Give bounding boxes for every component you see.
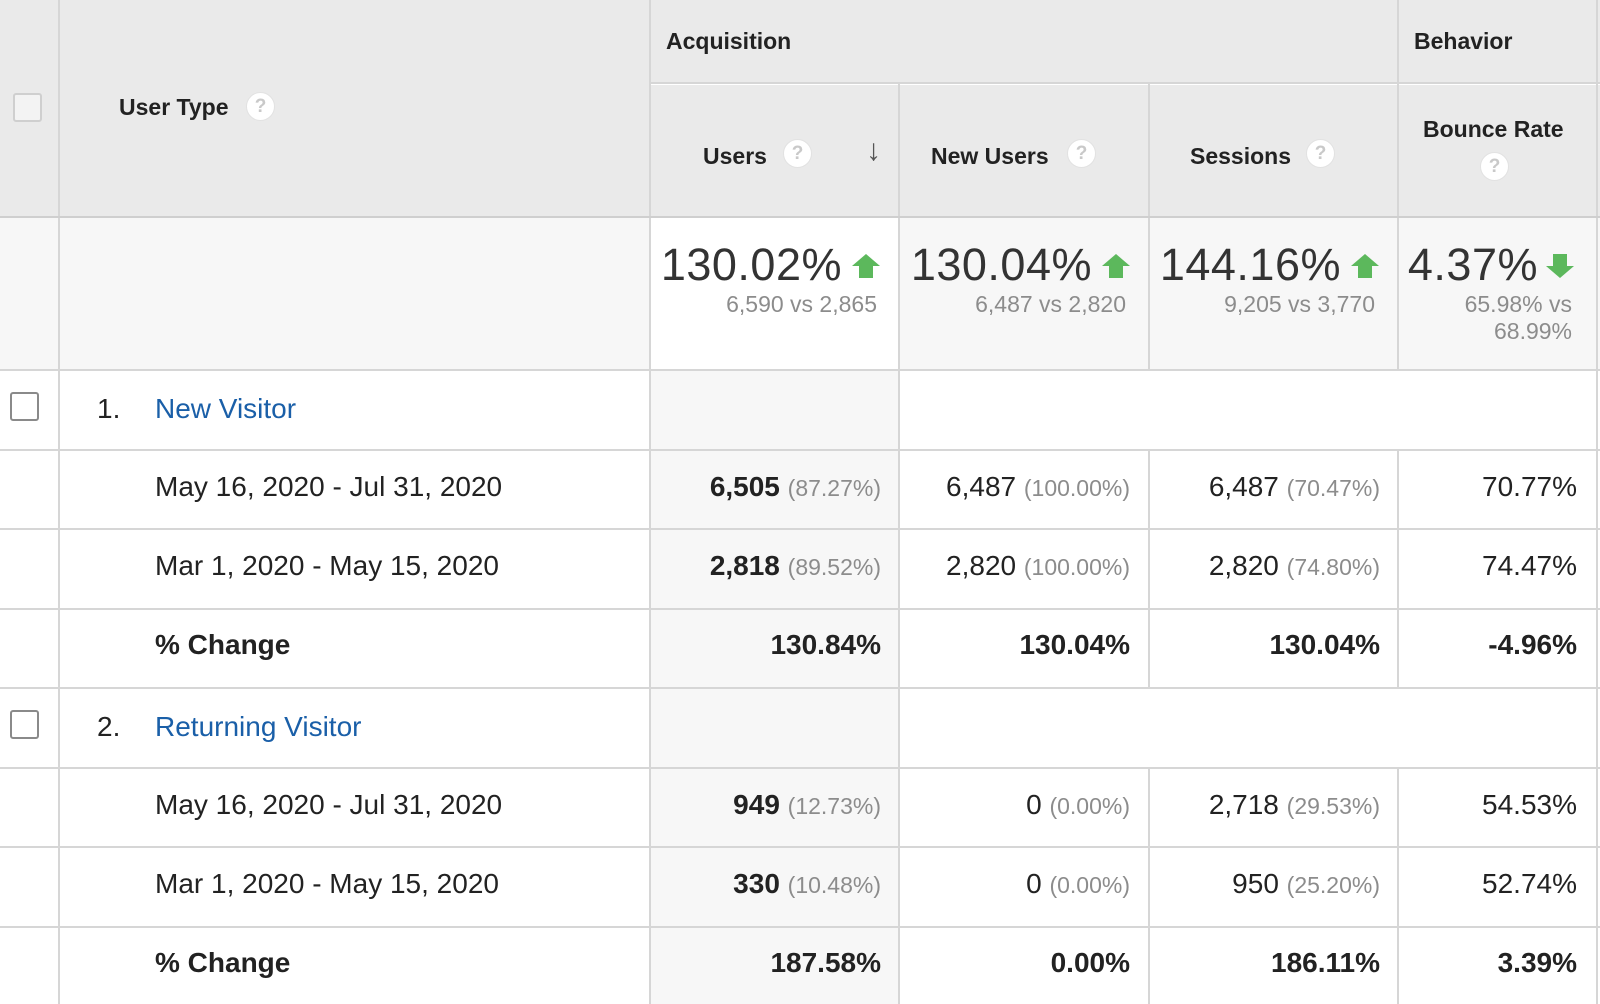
- new-users-value: 0 (0.00%): [1026, 789, 1130, 820]
- divider: [0, 926, 1600, 928]
- header-users-cell[interactable]: [651, 85, 900, 218]
- sessions-value: 2,718 (29.53%): [1208, 789, 1380, 820]
- arrow-up-icon-stem: [1358, 266, 1372, 278]
- arrow-down-icon-stem: [1553, 254, 1567, 266]
- bounce-rate-change-value: -4.96%: [1488, 629, 1577, 660]
- users-value: 949 (12.73%): [733, 789, 881, 820]
- help-icon[interactable]: ?: [1306, 139, 1335, 168]
- dimension-link-returning-visitor[interactable]: Returning Visitor: [155, 711, 361, 743]
- arrow-up-icon: [852, 254, 880, 266]
- arrow-up-icon: [1351, 254, 1379, 266]
- divider: [1148, 450, 1150, 688]
- dimension-header-label[interactable]: User Type: [119, 94, 229, 121]
- bounce-rate-value: 52.74%: [1482, 868, 1577, 899]
- total-bounce-rate-change: 4.37%: [1407, 239, 1538, 290]
- date-range-label: May 16, 2020 - Jul 31, 2020: [155, 471, 503, 502]
- divider: [1148, 83, 1150, 370]
- divider: [0, 528, 1600, 530]
- total-users-detail: 6,590 vs 2,865: [726, 291, 877, 317]
- help-icon[interactable]: ?: [246, 92, 275, 121]
- arrow-up-icon-stem: [859, 266, 873, 278]
- group2-users-bg: [651, 688, 900, 768]
- sessions-value: 6,487 (70.47%): [1208, 471, 1380, 502]
- users-column-label[interactable]: Users: [703, 143, 767, 170]
- divider: [0, 449, 1600, 451]
- total-bounce-rate-detail-1: 65.98% vs: [1464, 291, 1572, 317]
- divider: [58, 0, 60, 1004]
- date-range-label: Mar 1, 2020 - May 15, 2020: [155, 550, 499, 581]
- new-users-value: 0 (0.00%): [1026, 868, 1130, 899]
- total-sessions-change: 144.16%: [1159, 239, 1341, 290]
- divider: [898, 768, 900, 1004]
- new-users-change-value: 0.00%: [1050, 947, 1130, 978]
- users-change-value: 130.84%: [770, 629, 881, 660]
- help-icon[interactable]: ?: [783, 139, 812, 168]
- divider: [0, 216, 1600, 218]
- percent-change-label: % Change: [155, 947, 291, 978]
- new-users-column-label[interactable]: New Users: [931, 143, 1049, 170]
- group1-users-bg: [651, 370, 900, 450]
- dimension-link-new-visitor[interactable]: New Visitor: [155, 393, 296, 425]
- sessions-column-label[interactable]: Sessions: [1190, 143, 1291, 170]
- divider: [898, 688, 900, 768]
- date-range-label: May 16, 2020 - Jul 31, 2020: [155, 789, 503, 820]
- help-icon[interactable]: ?: [1067, 139, 1096, 168]
- row-number: 1.: [97, 393, 121, 424]
- bounce-rate-column-label[interactable]: Bounce Rate: [1423, 116, 1564, 143]
- bounce-rate-change-value: 3.39%: [1497, 947, 1577, 978]
- divider: [1397, 450, 1399, 688]
- users-value: 330 (10.48%): [733, 868, 881, 899]
- new-users-change-value: 130.04%: [1019, 629, 1130, 660]
- select-all-checkbox[interactable]: [13, 93, 42, 122]
- behavior-group-label: Behavior: [1414, 28, 1513, 54]
- divider: [1397, 0, 1399, 370]
- arrow-down-icon: [1546, 266, 1574, 278]
- users-value: 2,818 (89.52%): [709, 550, 881, 581]
- divider: [649, 0, 651, 1004]
- arrow-up-icon: [1102, 254, 1130, 266]
- total-users-change: 130.02%: [660, 239, 842, 290]
- divider: [898, 450, 900, 688]
- totals-left-bg: [0, 218, 651, 370]
- bounce-rate-value: 74.47%: [1482, 550, 1577, 581]
- divider: [898, 83, 900, 370]
- divider: [0, 687, 1600, 689]
- users-value: 6,505 (87.27%): [709, 471, 881, 502]
- divider: [0, 846, 1600, 848]
- acquisition-group-label: Acquisition: [666, 28, 792, 54]
- date-range-label: Mar 1, 2020 - May 15, 2020: [155, 868, 499, 899]
- users-change-value: 187.58%: [770, 947, 881, 978]
- help-icon[interactable]: ?: [1480, 152, 1509, 181]
- divider: [651, 82, 1600, 84]
- total-new-users-detail: 6,487 vs 2,820: [975, 291, 1126, 317]
- sessions-value: 2,820 (74.80%): [1208, 550, 1380, 581]
- arrow-up-icon-stem: [1109, 266, 1123, 278]
- sessions-change-value: 130.04%: [1269, 629, 1380, 660]
- total-sessions-detail: 9,205 vs 3,770: [1224, 291, 1375, 317]
- bounce-rate-value: 70.77%: [1482, 471, 1577, 502]
- new-users-value: 2,820 (100.00%): [946, 550, 1130, 581]
- percent-change-label: % Change: [155, 629, 291, 660]
- divider: [1596, 0, 1598, 1004]
- sort-descending-icon[interactable]: ↓: [866, 134, 881, 168]
- bounce-rate-value: 54.53%: [1482, 789, 1577, 820]
- divider: [0, 369, 1600, 371]
- divider: [1148, 768, 1150, 1004]
- header-bounce-rate-cell[interactable]: [1399, 85, 1600, 218]
- divider: [0, 608, 1600, 610]
- new-users-value: 6,487 (100.00%): [946, 471, 1130, 502]
- row-number: 2.: [97, 711, 121, 742]
- row-checkbox[interactable]: [10, 710, 39, 739]
- divider: [0, 767, 1600, 769]
- divider: [898, 370, 900, 450]
- divider: [1397, 768, 1399, 1004]
- total-bounce-rate-detail-2: 68.99%: [1493, 318, 1572, 344]
- sessions-value: 950 (25.20%): [1232, 868, 1380, 899]
- sessions-change-value: 186.11%: [1271, 947, 1380, 978]
- row-checkbox[interactable]: [10, 392, 39, 421]
- total-new-users-change: 130.04%: [910, 239, 1092, 290]
